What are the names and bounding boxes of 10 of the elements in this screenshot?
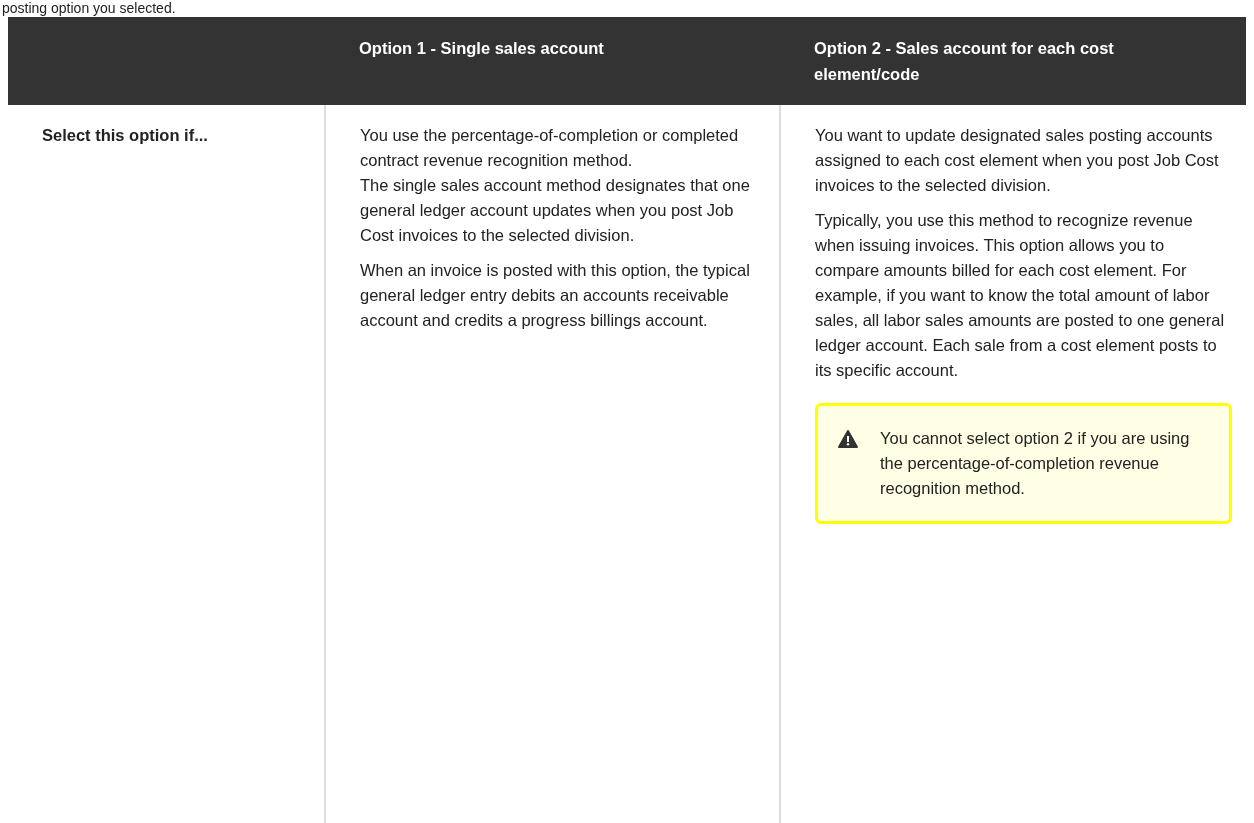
paragraph: You want to update designated sales posting accounts assigned to each cost element when you post Job Cost invoices to the selected division. [815,125,1220,196]
row-header: Select this option if... [42,126,208,144]
column-header: Option 1 - Single sales account [325,17,780,105]
warning-icon [838,430,858,448]
intro-text: posting option you selected. [1,0,177,17]
paragraph: You use the percentage-of-completion or completed contract revenue recognition method. The single sales account method designates that one general ledger account updates when you post Job Cost invoices to the selected division. [360,125,751,246]
paragraph: When an invoice is posted with this option, the typical general ledger entry debits an accounts receivable account and credits a progress billings account. [360,260,751,331]
paragraph: Typically, you use this method to recognize revenue when issuing invoices. This option allows you to compare amounts billed for each cost element. For example, if you want to know the total amount of labor sales, all labor sales amounts are posted to one general ledger account. Each sale from a cost element posts to its specific account. [815,210,1226,381]
column-header: Option 2 - Sales account for each cost element/code [780,17,1246,105]
warning-text: You cannot select option 2 if you are using the percentage-of-completion revenue recognition method. [880,428,1191,499]
